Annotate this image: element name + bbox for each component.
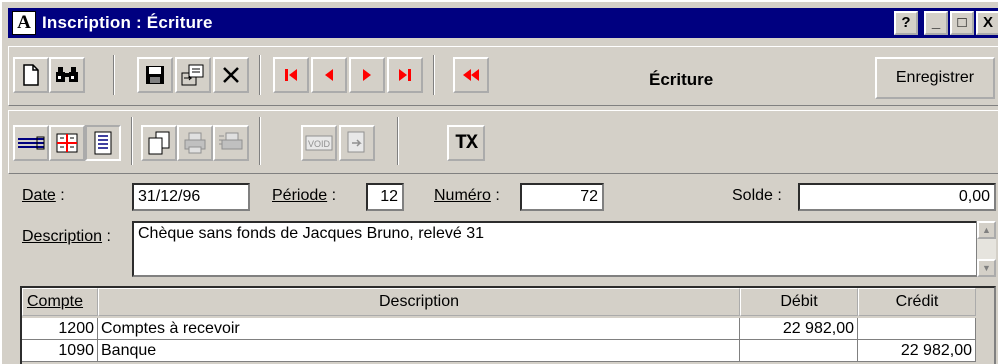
window-title: Inscription : Écriture (42, 13, 213, 32)
tax-icon-label: TX (454, 131, 478, 155)
entry-grid: Compte Description Débit Crédit 1200 Com… (20, 286, 996, 364)
cell-compte[interactable]: 1090 (22, 340, 98, 362)
periode-label: Période : (272, 187, 337, 204)
cell-credit[interactable] (858, 318, 976, 340)
toolbar-separator (113, 55, 115, 95)
periode-field[interactable]: 12 (366, 183, 404, 211)
app-icon: A (12, 11, 36, 35)
journal-lines-icon[interactable] (13, 125, 49, 161)
scroll-down-icon[interactable]: ▼ (977, 259, 996, 277)
first-record-icon[interactable] (273, 57, 309, 93)
toolbar-separator (259, 117, 261, 165)
numero-label: Numéro : (434, 187, 500, 204)
toolbar-separator (259, 55, 261, 95)
tax-button[interactable]: TX (447, 125, 485, 161)
delete-x-icon[interactable] (213, 57, 249, 93)
date-field[interactable]: 31/12/96 (132, 183, 250, 211)
inscription-window: A Inscription : Écriture ? _ □ X Écritur… (0, 0, 998, 364)
main-toolbar: Écriture Enregistrer (8, 46, 998, 106)
date-label: Date : (22, 187, 65, 204)
cell-description[interactable]: Banque (98, 340, 740, 362)
mode-label: Écriture (649, 70, 714, 89)
description-scrollbar[interactable]: ▲ ▼ (976, 221, 996, 277)
description-label: Description : (22, 228, 111, 245)
secondary-toolbar: VOID TX (8, 110, 998, 174)
column-header-debit[interactable]: Débit (740, 288, 858, 316)
numero-field[interactable]: 72 (520, 183, 604, 211)
next-record-icon[interactable] (349, 57, 385, 93)
print-icon (177, 125, 213, 161)
cell-debit[interactable]: 22 982,00 (740, 318, 858, 340)
solde-label: Solde : (732, 187, 782, 204)
column-header-description[interactable]: Description (98, 288, 740, 316)
title-bar[interactable]: A Inscription : Écriture ? _ □ X (8, 8, 998, 38)
help-button[interactable]: ? (894, 11, 918, 35)
reverse-entry-icon (339, 125, 375, 161)
solde-field: 0,00 (798, 183, 996, 211)
find-binoculars-icon[interactable] (49, 57, 85, 93)
allocation-split-icon[interactable] (49, 125, 85, 161)
column-header-credit[interactable]: Crédit (858, 288, 976, 316)
previous-record-icon[interactable] (311, 57, 347, 93)
maximize-button[interactable]: □ (950, 11, 974, 35)
description-field[interactable]: Chèque sans fonds de Jacques Bruno, rele… (132, 221, 978, 277)
cell-compte[interactable]: 1200 (22, 318, 98, 340)
toolbar-separator (433, 55, 435, 95)
last-record-icon[interactable] (387, 57, 423, 93)
cell-description[interactable]: Comptes à recevoir (98, 318, 740, 340)
rewind-icon[interactable] (453, 57, 489, 93)
column-header-compte[interactable]: Compte (22, 288, 98, 316)
save-button[interactable]: Enregistrer (875, 57, 995, 99)
toolbar-separator (397, 117, 399, 165)
minimize-button[interactable]: _ (924, 11, 948, 35)
copy-pages-icon[interactable] (141, 125, 177, 161)
cell-debit[interactable] (740, 340, 858, 362)
new-document-icon[interactable] (13, 57, 49, 93)
svg-text:VOID: VOID (308, 139, 331, 149)
cell-credit[interactable]: 22 982,00 (858, 340, 976, 362)
print-preview-icon (213, 125, 249, 161)
report-view-icon[interactable] (85, 125, 121, 161)
toolbar-separator (131, 117, 133, 165)
void-cheque-icon: VOID (301, 125, 337, 161)
export-document-icon[interactable] (175, 57, 211, 93)
close-button[interactable]: X (976, 11, 998, 35)
save-disk-icon[interactable] (137, 57, 173, 93)
scroll-up-icon[interactable]: ▲ (977, 221, 996, 239)
